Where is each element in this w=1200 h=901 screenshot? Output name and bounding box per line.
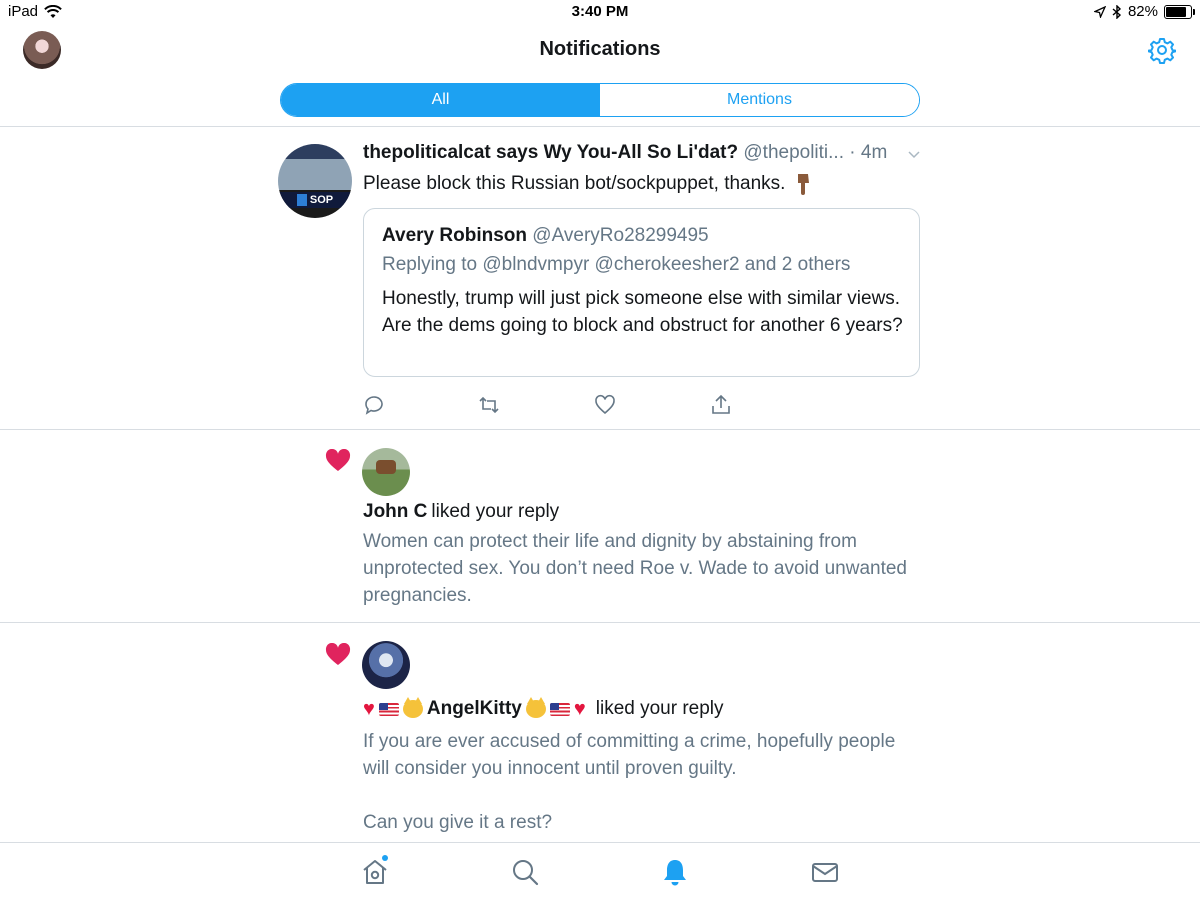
tab-mentions[interactable]: Mentions [600, 84, 919, 116]
divider [0, 429, 1200, 430]
liker-name[interactable]: AngelKitty [427, 698, 522, 720]
avatar-banner: SOP [278, 192, 352, 208]
liked-reply-text-continued[interactable]: Can you give it a rest? [363, 809, 933, 836]
search-icon[interactable] [510, 857, 540, 887]
retweet-icon[interactable] [478, 394, 500, 416]
red-heart-icon: ♥ [573, 698, 586, 720]
quoted-text: Honestly, trump will just pick someone e… [382, 288, 903, 336]
tweet-author-name[interactable]: thepoliticalcat says Wy You-All So Li'da… [363, 142, 738, 163]
liked-reply-text[interactable]: If you are ever accused of committing a … [363, 728, 903, 782]
battery-fill [1166, 6, 1186, 17]
header: Notifications [0, 24, 1200, 76]
tweet-text-row: Please block this Russian bot/sockpuppet… [363, 172, 813, 196]
location-arrow-icon [1093, 5, 1106, 18]
new-tweets-dot [382, 855, 388, 861]
notifications-filter: All Mentions [280, 83, 920, 117]
battery-icon [1164, 4, 1195, 19]
cat-face-icon [402, 697, 423, 718]
tweet-author-avatar[interactable]: SOP [278, 144, 352, 218]
bottom-tab-bar [0, 842, 1200, 901]
home-icon[interactable] [360, 857, 390, 887]
heart-icon [325, 643, 351, 665]
chevron-down-icon[interactable] [906, 146, 922, 162]
messages-icon[interactable] [810, 857, 840, 887]
tweet-text: Please block this Russian bot/sockpuppet… [363, 173, 786, 194]
status-bar: iPad 3:40 PM 82% [0, 0, 1200, 24]
share-icon[interactable] [710, 394, 732, 416]
quoted-replying-to: Replying to @blndvmpyr @cherokeesher2 an… [382, 254, 851, 275]
quoted-author-handle: @AveryRo28299495 [532, 225, 709, 246]
liker-name[interactable]: John C [363, 501, 427, 523]
us-flag-icon [549, 702, 570, 716]
cat-face-icon [525, 697, 546, 718]
status-time: 3:40 PM [571, 3, 629, 20]
us-flag-icon [378, 702, 399, 716]
quoted-author-name: Avery Robinson [382, 225, 527, 246]
like-icon[interactable] [594, 394, 616, 416]
like-action: liked your reply [431, 501, 560, 522]
liked-reply-text[interactable]: Women can protect their life and dignity… [363, 528, 933, 609]
avatar[interactable] [362, 448, 410, 496]
tab-all[interactable]: All [281, 84, 600, 116]
tweet-timestamp: · 4m [849, 142, 888, 163]
pointing-down-hand-icon [798, 174, 810, 195]
divider [0, 126, 1200, 127]
divider [0, 622, 1200, 623]
reply-icon[interactable] [363, 394, 385, 416]
quoted-header: Avery Robinson @AveryRo28299495 [382, 225, 709, 247]
red-heart-icon: ♥ [363, 698, 375, 720]
page-title: Notifications [539, 38, 661, 60]
gear-icon[interactable] [1148, 36, 1176, 64]
like-action: liked your reply [595, 698, 724, 719]
bluetooth-icon [1112, 4, 1121, 19]
quoted-tweet[interactable]: Avery Robinson @AveryRo28299495 Replying… [363, 208, 920, 377]
battery-percent: 82% [1127, 3, 1158, 20]
heart-icon [325, 449, 351, 471]
like-notification-title: John C liked your reply [363, 501, 559, 523]
notifications-bell-icon[interactable] [660, 857, 690, 887]
like-notification-title: ♥ AngelKitty ♥ liked your reply [363, 697, 724, 720]
avatar[interactable] [362, 641, 410, 689]
tweet-header: thepoliticalcat says Wy You-All So Li'da… [363, 142, 887, 164]
tweet-author-handle: @thepoliti... [743, 142, 844, 163]
